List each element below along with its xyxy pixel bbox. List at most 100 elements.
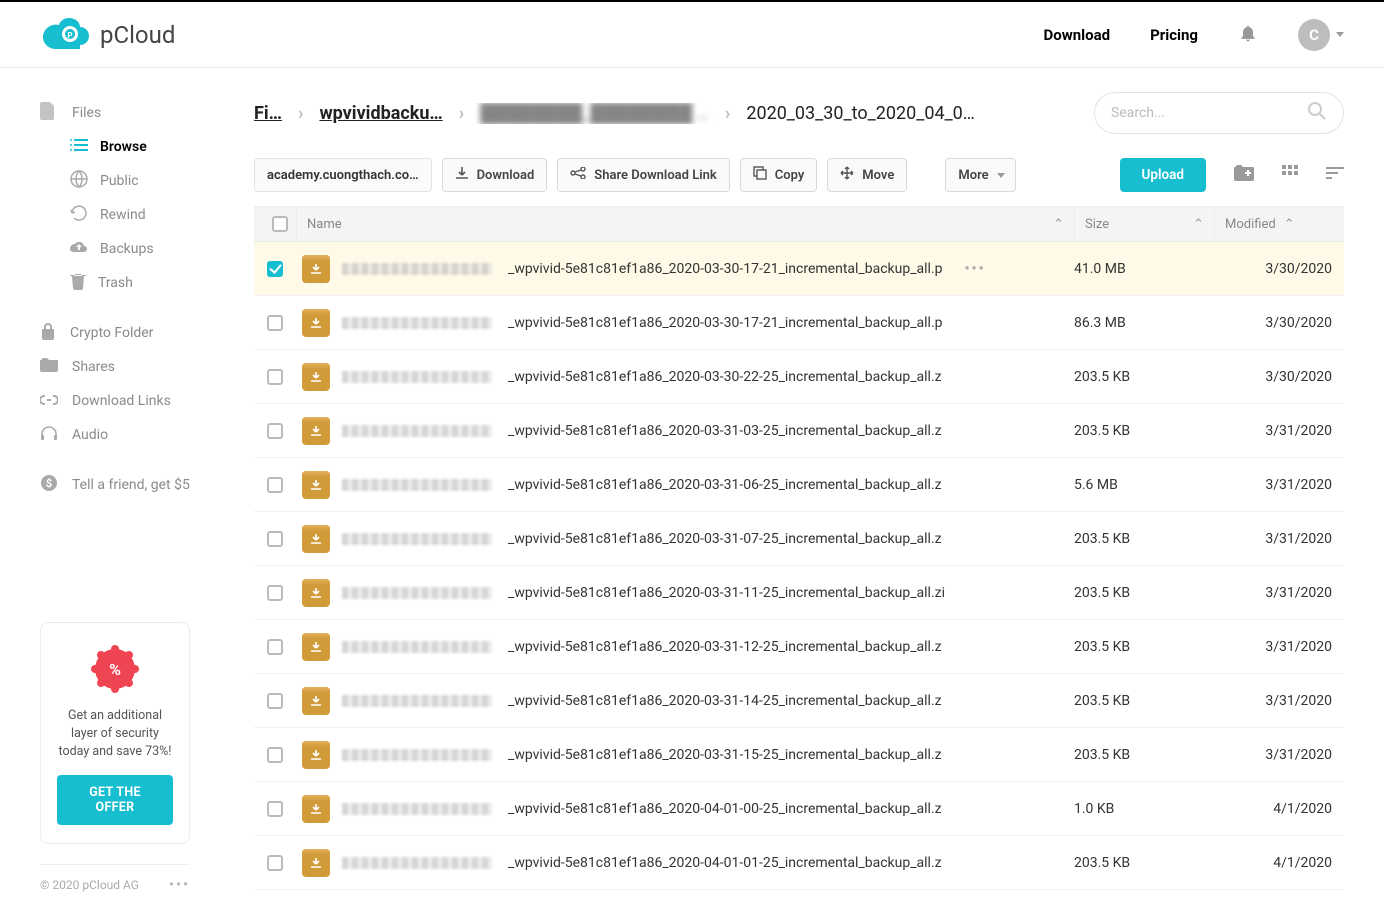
more-button[interactable]: More [945, 158, 1015, 192]
search-input[interactable] [1111, 105, 1307, 121]
table-row[interactable]: _wpvivid-5e81c81ef1a86_2020-03-30-22-25_… [254, 350, 1344, 404]
row-modified: 3/31/2020 [1214, 639, 1344, 655]
archive-file-icon [302, 471, 330, 499]
row-checkbox[interactable] [267, 693, 283, 709]
row-checkbox[interactable] [267, 369, 283, 385]
footer-more-icon[interactable]: ••• [169, 877, 190, 893]
row-checkbox[interactable] [267, 639, 283, 655]
row-checkbox[interactable] [267, 531, 283, 547]
download-button[interactable]: Download [442, 158, 548, 192]
search-box[interactable] [1094, 92, 1344, 134]
download-link[interactable]: Download [1044, 26, 1111, 44]
table-row[interactable]: _wpvivid-5e81c81ef1a86_2020-03-31-07-25_… [254, 512, 1344, 566]
row-checkbox[interactable] [267, 585, 283, 601]
sidebar-label-dlinks: Download Links [72, 393, 171, 409]
row-checkbox[interactable] [267, 315, 283, 331]
sidebar-item-files[interactable]: Files [40, 96, 230, 130]
row-size: 203.5 KB [1074, 585, 1214, 601]
sidebar-item-shares[interactable]: Shares [40, 350, 230, 384]
table-row[interactable]: _wpvivid-5e81c81ef1a86_2020-03-31-14-25_… [254, 674, 1344, 728]
chevron-right-icon: › [725, 103, 730, 124]
table-row[interactable]: _wpvivid-5e81c81ef1a86_2020-04-01-01-25_… [254, 836, 1344, 890]
archive-file-icon [302, 687, 330, 715]
upload-button[interactable]: Upload [1120, 158, 1206, 192]
breadcrumb-wpvivid[interactable]: wpvividbacku… [319, 103, 442, 124]
sidebar-item-rewind[interactable]: Rewind [70, 198, 230, 232]
sidebar-item-download-links[interactable]: Download Links [40, 384, 230, 418]
promo-cta-button[interactable]: GET THE OFFER [57, 775, 173, 825]
promo-text: Get an additional layer of security toda… [57, 707, 173, 761]
filename: _wpvivid-5e81c81ef1a86_2020-04-01-00-25_… [508, 801, 942, 817]
svg-text:%: % [109, 660, 121, 679]
table-row[interactable]: _wpvivid-5e81c81ef1a86_2020-03-30-17-21_… [254, 296, 1344, 350]
list-icon [70, 138, 88, 156]
row-size: 203.5 KB [1074, 855, 1214, 871]
account-menu[interactable]: C [1298, 19, 1344, 51]
sidebar-label-rewind: Rewind [100, 207, 146, 223]
filename-redacted-prefix [342, 533, 492, 545]
pricing-link[interactable]: Pricing [1150, 26, 1198, 44]
column-name[interactable]: Name⌃ [296, 207, 1074, 241]
table-row[interactable]: _wpvivid-5e81c81ef1a86_2020-04-01-00-25_… [254, 782, 1344, 836]
breadcrumbs: Fi… › wpvividbacku… › ████████_████████ … [254, 103, 1074, 124]
grid-view-icon[interactable] [1282, 165, 1298, 185]
breadcrumb-files[interactable]: Fi… [254, 103, 282, 124]
row-checkbox[interactable] [267, 747, 283, 763]
archive-file-icon [302, 309, 330, 337]
filename: _wpvivid-5e81c81ef1a86_2020-03-31-06-25_… [508, 477, 942, 493]
row-modified: 3/31/2020 [1214, 477, 1344, 493]
breadcrumb-redacted[interactable]: ████████_████████ … [480, 103, 709, 124]
filename: _wpvivid-5e81c81ef1a86_2020-03-30-17-21_… [508, 315, 943, 331]
header: P pCloud Download Pricing C [0, 2, 1384, 68]
share-icon [570, 167, 586, 183]
breadcrumb-current: 2020_03_30_to_2020_04_0… [746, 103, 975, 124]
pcloud-cloud-icon: P [40, 17, 90, 53]
table-row[interactable]: _wpvivid-5e81c81ef1a86_2020-03-31-15-25_… [254, 728, 1344, 782]
copy-button[interactable]: Copy [740, 158, 818, 192]
column-modified[interactable]: Modified⌃ [1214, 207, 1344, 241]
table-row[interactable]: _wpvivid-5e81c81ef1a86_2020-03-31-03-25_… [254, 404, 1344, 458]
select-all-checkbox[interactable] [272, 216, 288, 232]
column-size[interactable]: Size⌃ [1074, 207, 1214, 241]
chevron-down-icon [997, 173, 1005, 178]
move-button[interactable]: Move [827, 158, 907, 192]
archive-file-icon [302, 579, 330, 607]
row-checkbox[interactable] [267, 477, 283, 493]
toolbar: academy.cuongthach.co… Download Share Do… [254, 158, 1344, 192]
sidebar-item-crypto[interactable]: Crypto Folder [40, 316, 230, 350]
filename: _wpvivid-5e81c81ef1a86_2020-03-31-07-25_… [508, 531, 942, 547]
sort-icon[interactable] [1326, 167, 1344, 183]
table-row[interactable]: _wpvivid-5e81c81ef1a86_2020-03-31-06-25_… [254, 458, 1344, 512]
discount-badge-icon: % [91, 645, 139, 693]
row-modified: 4/1/2020 [1214, 855, 1344, 871]
svg-text:P: P [67, 31, 72, 40]
brand-logo[interactable]: P pCloud [40, 17, 175, 53]
row-checkbox[interactable] [267, 261, 283, 277]
row-size: 86.3 MB [1074, 315, 1214, 331]
share-link-button[interactable]: Share Download Link [557, 158, 729, 192]
table-row[interactable]: _wpvivid-5e81c81ef1a86_2020-03-30-17-21_… [254, 242, 1344, 296]
filename: _wpvivid-5e81c81ef1a86_2020-03-30-22-25_… [508, 369, 942, 385]
filename-redacted-prefix [342, 803, 492, 815]
table-row[interactable]: _wpvivid-5e81c81ef1a86_2020-03-31-12-25_… [254, 620, 1344, 674]
new-folder-icon[interactable] [1234, 165, 1254, 185]
sidebar-item-browse[interactable]: Browse [70, 130, 230, 164]
sidebar-item-backups[interactable]: Backups [70, 232, 230, 266]
row-size: 203.5 KB [1074, 747, 1214, 763]
download-arrow-icon [455, 166, 469, 184]
sidebar-item-tellfriend[interactable]: $ Tell a friend, get $5 [40, 468, 230, 502]
rewind-icon [70, 204, 88, 226]
sidebar-item-audio[interactable]: Audio [40, 418, 230, 452]
row-checkbox[interactable] [267, 423, 283, 439]
row-modified: 3/31/2020 [1214, 747, 1344, 763]
current-path: academy.cuongthach.co… [254, 158, 432, 192]
search-icon[interactable] [1307, 101, 1327, 125]
sidebar-item-trash[interactable]: Trash [70, 266, 230, 300]
sidebar-item-public[interactable]: Public [70, 164, 230, 198]
row-checkbox[interactable] [267, 855, 283, 871]
row-checkbox[interactable] [267, 801, 283, 817]
row-size: 41.0 MB [1074, 261, 1214, 277]
table-row[interactable]: _wpvivid-5e81c81ef1a86_2020-03-31-11-25_… [254, 566, 1344, 620]
bell-icon[interactable] [1238, 23, 1258, 47]
row-more-icon[interactable]: ••• [965, 261, 986, 277]
